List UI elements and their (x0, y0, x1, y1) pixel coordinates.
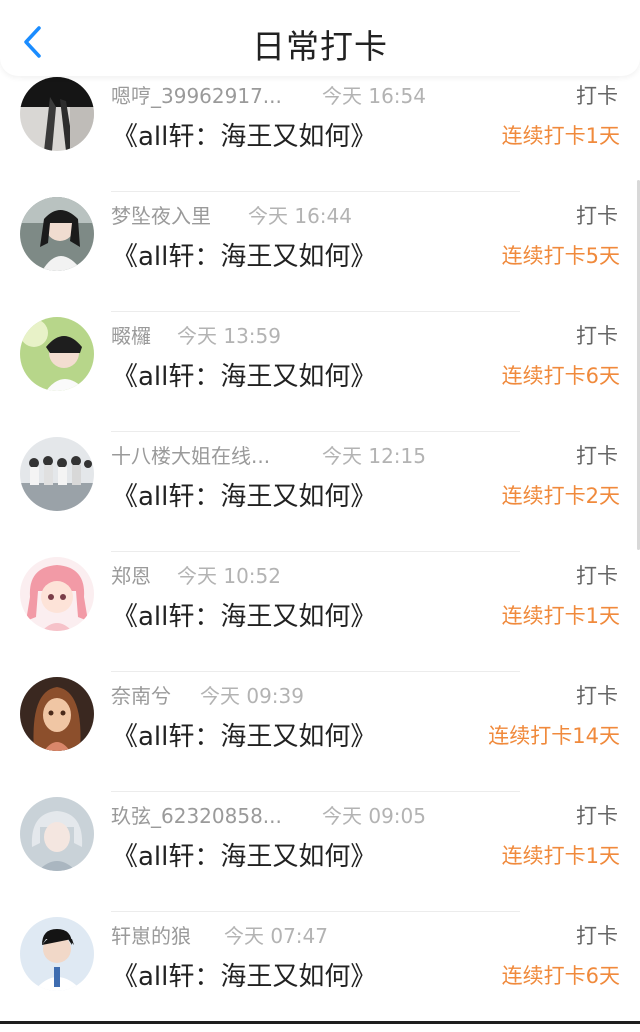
book-title[interactable]: 《all轩：海王又如何》 (112, 956, 376, 993)
list-item[interactable]: 嗯哼_39962917... 今天 16:54 《all轩：海王又如何》 打卡 … (0, 72, 640, 192)
timestamp: 今天 09:39 (200, 684, 304, 708)
avatar[interactable] (20, 797, 94, 871)
checkin-button[interactable]: 打卡 (576, 80, 618, 110)
avatar[interactable] (20, 77, 94, 151)
timestamp: 今天 16:54 (322, 84, 426, 108)
timestamp: 今天 16:44 (248, 204, 352, 228)
avatar[interactable] (20, 317, 94, 391)
streak-count: 连续打卡6天 (501, 364, 620, 388)
book-title[interactable]: 《all轩：海王又如何》 (112, 596, 376, 633)
username[interactable]: 玖弦_62320858... (111, 800, 282, 829)
timestamp: 今天 09:05 (322, 804, 426, 828)
username[interactable]: 轩崽的狼 (111, 920, 191, 949)
list-item[interactable]: 玖弦_62320858... 今天 09:05 《all轩：海王又如何》 打卡 … (0, 792, 640, 912)
streak-count: 连续打卡14天 (488, 724, 620, 748)
streak-count: 连续打卡1天 (501, 844, 620, 868)
top-bar: 日常打卡 (0, 0, 640, 76)
timestamp: 今天 12:15 (322, 444, 426, 468)
username[interactable]: 奈南兮 (111, 680, 171, 709)
page-title: 日常打卡 (252, 27, 388, 66)
timestamp: 今天 13:59 (177, 324, 281, 348)
checkin-button[interactable]: 打卡 (576, 320, 618, 350)
streak-count: 连续打卡5天 (501, 244, 620, 268)
book-title[interactable]: 《all轩：海王又如何》 (112, 476, 376, 513)
book-title[interactable]: 《all轩：海王又如何》 (112, 236, 376, 273)
username[interactable]: 畷欏 (111, 320, 151, 349)
checkin-button[interactable]: 打卡 (576, 680, 618, 710)
list-item[interactable]: 十八楼大姐在线... 今天 12:15 《all轩：海王又如何》 打卡 连续打卡… (0, 432, 640, 552)
avatar[interactable] (20, 917, 94, 991)
username[interactable]: 梦坠夜入里 (111, 200, 211, 229)
list-item[interactable]: 畷欏 今天 13:59 《all轩：海王又如何》 打卡 连续打卡6天 (0, 312, 640, 432)
checkin-button[interactable]: 打卡 (576, 800, 618, 830)
list-item[interactable]: 轩崽的狼 今天 07:47 《all轩：海王又如何》 打卡 连续打卡6天 (0, 912, 640, 1032)
timestamp: 今天 10:52 (177, 564, 281, 588)
checkin-button[interactable]: 打卡 (576, 440, 618, 470)
checkin-list: 嗯哼_39962917... 今天 16:54 《all轩：海王又如何》 打卡 … (0, 72, 640, 1032)
timestamp: 今天 07:47 (224, 924, 328, 948)
book-title[interactable]: 《all轩：海王又如何》 (112, 836, 376, 873)
list-item[interactable]: 奈南兮 今天 09:39 《all轩：海王又如何》 打卡 连续打卡14天 (0, 672, 640, 792)
streak-count: 连续打卡1天 (501, 604, 620, 628)
username[interactable]: 十八楼大姐在线... (111, 440, 270, 469)
list-item[interactable]: 郑恩 今天 10:52 《all轩：海王又如何》 打卡 连续打卡1天 (0, 552, 640, 672)
username[interactable]: 郑恩 (111, 560, 151, 589)
avatar[interactable] (20, 197, 94, 271)
book-title[interactable]: 《all轩：海王又如何》 (112, 716, 376, 753)
book-title[interactable]: 《all轩：海王又如何》 (112, 116, 376, 153)
book-title[interactable]: 《all轩：海王又如何》 (112, 356, 376, 393)
streak-count: 连续打卡6天 (501, 964, 620, 988)
avatar[interactable] (20, 557, 94, 631)
avatar[interactable] (20, 437, 94, 511)
streak-count: 连续打卡2天 (501, 484, 620, 508)
list-item[interactable]: 梦坠夜入里 今天 16:44 《all轩：海王又如何》 打卡 连续打卡5天 (0, 192, 640, 312)
avatar[interactable] (20, 677, 94, 751)
checkin-button[interactable]: 打卡 (576, 200, 618, 230)
checkin-button[interactable]: 打卡 (576, 920, 618, 950)
checkin-button[interactable]: 打卡 (576, 560, 618, 590)
username[interactable]: 嗯哼_39962917... (111, 80, 282, 109)
streak-count: 连续打卡1天 (501, 124, 620, 148)
